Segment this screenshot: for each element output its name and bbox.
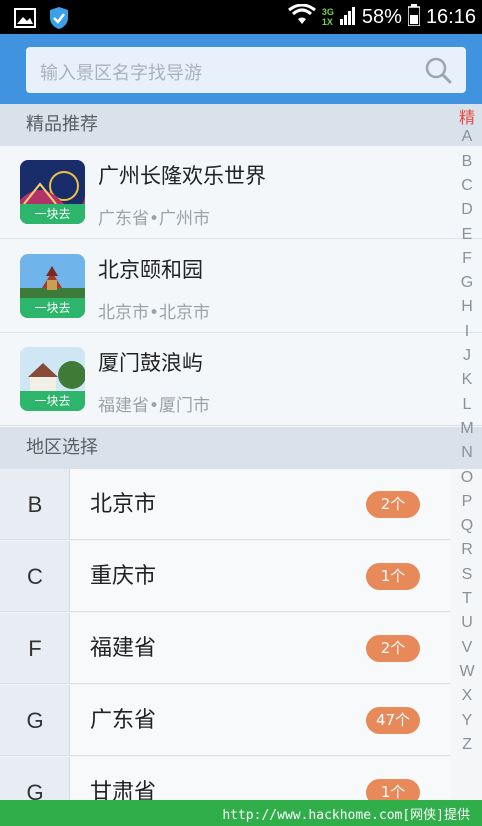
network-indicator: 3G 1X <box>321 7 334 27</box>
header: 输入景区名字找导游 <box>0 34 482 104</box>
section-header-recommended: 精品推荐 <box>0 104 482 146</box>
region-letter-column: B <box>0 469 70 539</box>
battery-percent: 58% <box>361 5 402 28</box>
region-name: 广东省 <box>90 708 157 733</box>
region-name-column: 广东省 47个 <box>70 685 450 755</box>
region-name-column: 重庆市 1个 <box>70 541 450 611</box>
index-letter-i[interactable]: I <box>452 323 482 341</box>
recommended-item[interactable]: 一块去 广州长隆欢乐世界 广东省•广州市 <box>0 146 482 239</box>
region-name: 重庆市 <box>90 564 157 589</box>
scenic-title: 广州长隆欢乐世界 <box>98 164 266 188</box>
region-row[interactable]: C 重庆市 1个 <box>0 541 450 612</box>
scenic-title: 厦门鼓浪屿 <box>98 351 203 375</box>
region-letter: C <box>27 564 43 589</box>
index-letter-t[interactable]: T <box>452 590 482 608</box>
wifi-icon <box>287 3 316 30</box>
region-letter-column: C <box>0 541 70 611</box>
signal-icon <box>339 5 356 29</box>
region-letter-column: G <box>0 685 70 755</box>
region-row[interactable]: G 广东省 47个 <box>0 685 450 756</box>
scenic-thumbnail: 一块去 <box>20 254 85 318</box>
index-letter-n[interactable]: N <box>452 444 482 462</box>
index-letter-g[interactable]: G <box>452 274 482 292</box>
section-header-region: 地区选择 <box>0 427 482 469</box>
index-letter-e[interactable]: E <box>452 226 482 244</box>
region-letter-column: F <box>0 613 70 683</box>
index-letter-m[interactable]: M <box>452 420 482 438</box>
clock: 16:16 <box>425 5 476 28</box>
count-badge: 2个 <box>366 635 420 662</box>
recommended-item[interactable]: 一块去 厦门鼓浪屿 福建省•厦门市 <box>0 333 482 426</box>
footer-text: http://www.hackhome.com[网侠]提供 <box>222 808 470 823</box>
region-letter: G <box>26 708 44 733</box>
count-badge: 1个 <box>366 563 420 590</box>
index-letter-k[interactable]: K <box>452 371 482 389</box>
index-letter-v[interactable]: V <box>452 639 482 657</box>
index-letter-s[interactable]: S <box>452 566 482 584</box>
index-letter-y[interactable]: Y <box>452 712 482 730</box>
scenic-location: 北京市•北京市 <box>98 303 211 323</box>
index-letter-j[interactable]: J <box>452 347 482 365</box>
scenic-location: 广东省•广州市 <box>98 209 211 229</box>
index-letter-p[interactable]: P <box>452 493 482 511</box>
index-letter-a[interactable]: A <box>452 128 482 146</box>
scenic-title: 北京颐和园 <box>98 258 203 282</box>
scenic-location: 福建省•厦门市 <box>98 396 211 416</box>
count-badge: 47个 <box>366 707 420 734</box>
region-name-column: 福建省 2个 <box>70 613 450 683</box>
index-letter-z[interactable]: Z <box>452 736 482 754</box>
thumbnail-badge: 一块去 <box>20 204 85 224</box>
index-letter-featured[interactable]: 精 <box>452 104 482 128</box>
region-name: 北京市 <box>90 492 157 517</box>
battery-icon <box>407 4 421 30</box>
thumbnail-badge: 一块去 <box>20 391 85 411</box>
recommended-item[interactable]: 一块去 北京颐和园 北京市•北京市 <box>0 240 482 333</box>
image-icon <box>14 8 36 32</box>
index-letter-r[interactable]: R <box>452 541 482 559</box>
index-letter-b[interactable]: B <box>452 153 482 171</box>
region-row[interactable]: B 北京市 2个 <box>0 469 450 540</box>
index-letter-h[interactable]: H <box>452 298 482 316</box>
region-letter: B <box>27 492 43 517</box>
index-letter-u[interactable]: U <box>452 614 482 632</box>
index-letter-l[interactable]: L <box>452 396 482 414</box>
scenic-thumbnail: 一块去 <box>20 160 85 224</box>
alphabet-index-bar[interactable]: 精ABCDEFGHIJKLMNOPQRSTUVWXYZ <box>452 104 482 764</box>
index-letter-f[interactable]: F <box>452 250 482 268</box>
index-letter-c[interactable]: C <box>452 177 482 195</box>
status-bar: 3G 1X 58% 16:16 <box>0 0 482 34</box>
thumbnail-badge: 一块去 <box>20 298 85 318</box>
count-badge: 2个 <box>366 491 420 518</box>
footer-watermark: http://www.hackhome.com[网侠]提供 <box>0 800 482 826</box>
region-letter: F <box>28 636 42 661</box>
region-name-column: 北京市 2个 <box>70 469 450 539</box>
index-letter-x[interactable]: X <box>452 687 482 705</box>
search-input[interactable]: 输入景区名字找导游 <box>26 47 466 93</box>
index-letter-d[interactable]: D <box>452 201 482 219</box>
region-row[interactable]: F 福建省 2个 <box>0 613 450 684</box>
search-icon[interactable] <box>424 56 452 84</box>
region-name: 福建省 <box>90 636 157 661</box>
scenic-thumbnail: 一块去 <box>20 347 85 411</box>
index-letter-q[interactable]: Q <box>452 517 482 535</box>
index-letter-o[interactable]: O <box>452 469 482 487</box>
search-placeholder: 输入景区名字找导游 <box>40 63 202 84</box>
index-letter-w[interactable]: W <box>452 663 482 681</box>
shield-icon <box>48 6 70 34</box>
